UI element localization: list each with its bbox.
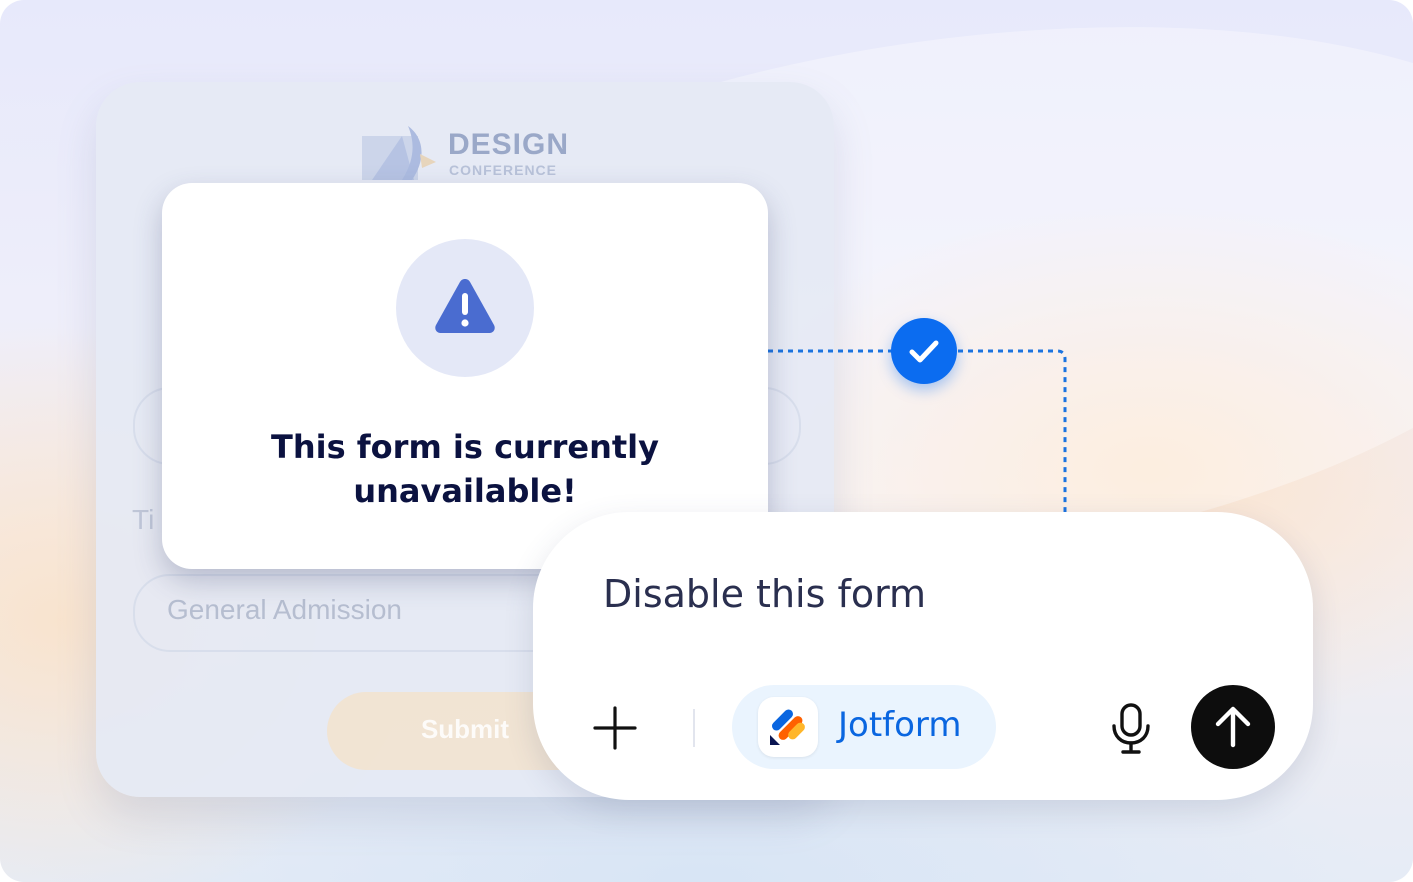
check-icon <box>909 340 939 363</box>
modal-title: This form is currently unavailable! <box>162 425 768 513</box>
jotform-logo <box>758 697 818 757</box>
canvas: DESIGN CONFERENCE Ti General Admission S… <box>0 0 1413 882</box>
send-button[interactable] <box>1191 685 1275 769</box>
prompt-card: Disable this form Jotform <box>533 512 1313 800</box>
modal-title-line2: unavailable! <box>353 472 577 510</box>
warning-triangle-icon <box>435 279 495 333</box>
prompt-input[interactable]: Disable this form <box>603 572 926 616</box>
warning-badge <box>396 239 534 377</box>
toolbar-divider <box>693 709 695 747</box>
jotform-logo-icon <box>770 709 805 745</box>
plus-icon[interactable] <box>591 704 639 752</box>
arrow-up-icon <box>1215 706 1251 748</box>
modal-title-line1: This form is currently <box>270 428 659 466</box>
chip-label: Jotform <box>838 705 962 745</box>
jotform-chip[interactable]: Jotform <box>732 685 996 769</box>
microphone-icon[interactable] <box>1109 702 1153 756</box>
status-check-badge <box>891 318 957 384</box>
